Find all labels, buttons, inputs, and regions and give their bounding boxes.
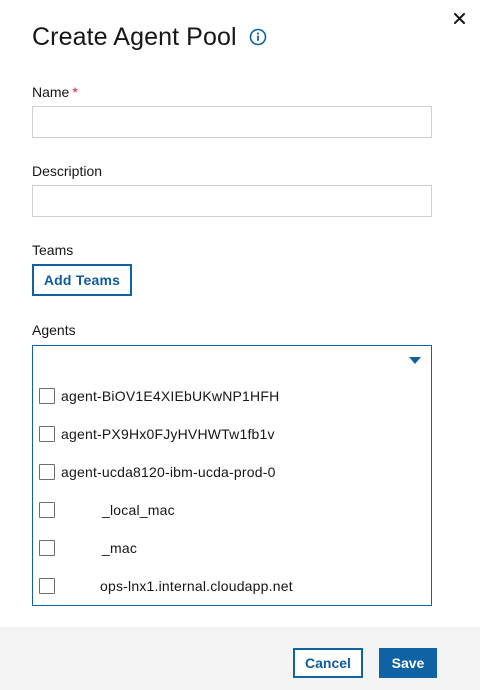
name-label: Name * xyxy=(32,83,78,101)
agent-option[interactable]: agent-PX9Hx0FJyHVHWTw1fb1v xyxy=(33,415,431,453)
agent-checkbox[interactable] xyxy=(39,426,55,442)
agent-label: agent-BiOV1E4XIEbUKwNP1HFH xyxy=(61,388,280,404)
cancel-button[interactable]: Cancel xyxy=(293,648,363,678)
name-input[interactable] xyxy=(32,106,432,138)
add-teams-button[interactable]: Add Teams xyxy=(32,264,132,296)
name-label-text: Name xyxy=(32,84,70,100)
description-label: Description xyxy=(32,163,103,179)
chevron-down-icon[interactable] xyxy=(409,357,421,364)
agents-options-list[interactable]: agent-BiOV1E4XIEbUKwNP1HFH agent-PX9Hx0F… xyxy=(32,376,432,606)
description-input[interactable] xyxy=(32,185,432,217)
page-title: Create Agent Pool xyxy=(32,23,237,51)
agent-option[interactable]: _mac xyxy=(33,529,431,567)
agent-label: _mac xyxy=(102,540,138,556)
close-button[interactable] xyxy=(448,7,470,29)
agent-option[interactable]: agent-BiOV1E4XIEbUKwNP1HFH xyxy=(33,377,431,415)
agent-label: ops-lnx1.internal.cloudapp.net xyxy=(100,578,293,594)
agent-option[interactable]: agent-ucda8120-ibm-ucda-prod-0 xyxy=(33,453,431,491)
title-row: Create Agent Pool xyxy=(32,22,267,52)
agent-label: agent-ucda8120-ibm-ucda-prod-0 xyxy=(61,464,276,480)
agents-label: Agents xyxy=(32,322,76,338)
save-button[interactable]: Save xyxy=(379,648,437,678)
agents-dropdown[interactable] xyxy=(32,345,432,377)
agent-checkbox[interactable] xyxy=(39,502,55,518)
agent-option[interactable]: _local_mac xyxy=(33,491,431,529)
agent-label: agent-PX9Hx0FJyHVHWTw1fb1v xyxy=(61,426,275,442)
agent-checkbox[interactable] xyxy=(39,464,55,480)
info-icon[interactable] xyxy=(249,28,267,46)
agent-label: _local_mac xyxy=(102,502,175,518)
agent-option[interactable]: ops-lnx1.internal.cloudapp.net xyxy=(33,567,431,605)
agent-checkbox[interactable] xyxy=(39,388,55,404)
close-icon xyxy=(453,12,465,24)
dialog-footer: Cancel Save xyxy=(0,627,480,690)
teams-label: Teams xyxy=(32,242,74,258)
create-agent-pool-dialog: Create Agent Pool Name * Description Team… xyxy=(0,0,480,690)
required-marker: * xyxy=(72,84,78,100)
agent-checkbox[interactable] xyxy=(39,578,55,594)
agent-checkbox[interactable] xyxy=(39,540,55,556)
